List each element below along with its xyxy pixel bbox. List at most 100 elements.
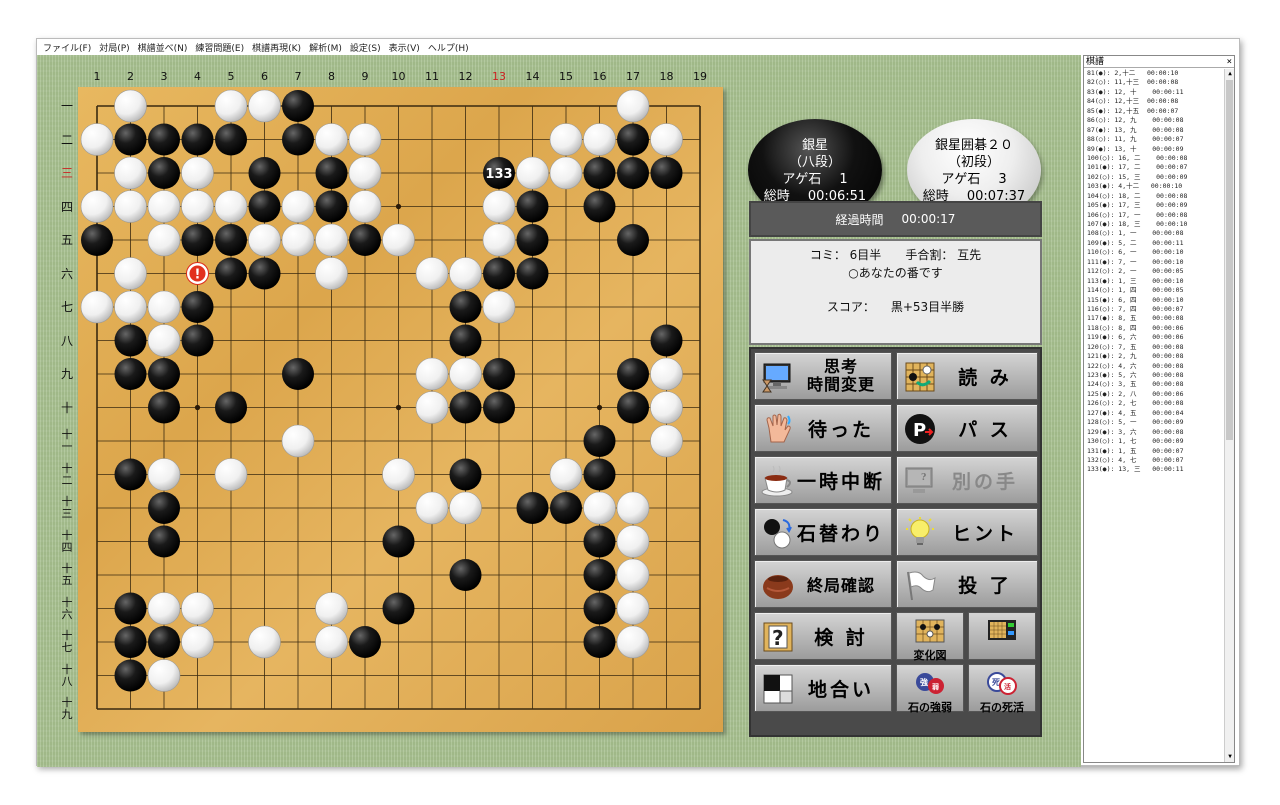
scroll-thumb[interactable] [1226, 80, 1233, 440]
kifu-row[interactable]: 105(●): 17, 三 00:00:09 [1084, 201, 1224, 210]
kifu-row[interactable]: 130(○): 1, 七 00:00:09 [1084, 437, 1224, 446]
menu-view[interactable]: 表示(V) [385, 41, 424, 54]
monitor-icon: ? [905, 467, 933, 493]
scroll-down-icon[interactable]: ▼ [1225, 752, 1235, 762]
territory-button[interactable]: 地合い [754, 664, 892, 712]
menu-practice[interactable]: 練習問題(E) [191, 41, 248, 54]
kifu-row[interactable]: 84(○): 12,十三 00:00:08 [1084, 97, 1224, 106]
kifu-row[interactable]: 85(●): 12,十五 00:00:07 [1084, 107, 1224, 116]
row-label: 十 五 [61, 562, 73, 587]
kifu-row[interactable]: 120(○): 7, 五 00:00:08 [1084, 343, 1224, 352]
pass-button[interactable]: P パ ス [896, 404, 1038, 452]
read-button[interactable]: 読 み [896, 352, 1038, 400]
kifu-row[interactable]: 89(●): 13, 十 00:00:09 [1084, 145, 1224, 154]
life-death-button[interactable]: 死活 石の死活 [968, 664, 1036, 714]
kifu-row[interactable]: 107(●): 18, 三 00:00:10 [1084, 220, 1224, 229]
kifu-scrollbar[interactable]: ▲ ▼ [1224, 69, 1234, 762]
kifu-row[interactable]: 122(○): 4, 六 00:00:08 [1084, 362, 1224, 371]
kifu-row[interactable]: 112(○): 2, 一 00:00:05 [1084, 267, 1224, 276]
kifu-row[interactable]: 131(●): 1, 五 00:00:07 [1084, 447, 1224, 456]
kifu-list[interactable]: 81(●): 2,十二 00:00:10 82(○): 11,十三 00:00:0… [1084, 69, 1224, 475]
board-display-button[interactable] [968, 612, 1036, 660]
kifu-row[interactable]: 116(○): 7, 四 00:00:07 [1084, 305, 1224, 314]
kifu-row[interactable]: 106(○): 17, 一 00:00:08 [1084, 211, 1224, 220]
kifu-row[interactable]: 86(○): 12, 九 00:00:08 [1084, 116, 1224, 125]
kifu-row[interactable]: 100(○): 16, 二 00:00:08 [1084, 154, 1224, 163]
kifu-row[interactable]: 87(●): 13, 九 00:00:08 [1084, 126, 1224, 135]
end-confirm-button[interactable]: 終局確認 [754, 560, 892, 608]
menu-replay[interactable]: 棋譜並べ(N) [134, 41, 192, 54]
kifu-row[interactable]: 118(○): 8, 四 00:00:06 [1084, 324, 1224, 333]
kifu-row[interactable]: 121(●): 2, 九 00:00:08 [1084, 352, 1224, 361]
kifu-row[interactable]: 126(○): 2, 七 00:00:08 [1084, 399, 1224, 408]
row-label: 十 七 [61, 629, 73, 654]
black-stone [215, 224, 247, 256]
white-stone [214, 458, 248, 491]
black-stone [449, 324, 482, 357]
kifu-row[interactable]: 114(○): 1, 四 00:00:05 [1084, 286, 1224, 295]
kifu-row[interactable]: 82(○): 11,十三 00:00:08 [1084, 78, 1224, 87]
kifu-row[interactable]: 133(●): 13, 三 00:00:11 [1084, 465, 1224, 474]
white-stone [80, 290, 114, 324]
black-stone [148, 391, 180, 424]
kifu-row[interactable]: 109(●): 5, 二 00:00:11 [1084, 239, 1224, 248]
kifu-row[interactable]: 117(●): 8, 五 00:00:08 [1084, 314, 1224, 323]
black-stone [650, 324, 683, 357]
review-button[interactable]: ? 検 討 [754, 612, 892, 660]
kifu-row[interactable]: 123(●): 5, 六 00:00:08 [1084, 371, 1224, 380]
col-label: 8 [328, 70, 335, 83]
black-stone [449, 391, 482, 424]
kifu-row[interactable]: 113(●): 1, 三 00:00:10 [1084, 277, 1224, 286]
black-stone [282, 90, 314, 122]
kifu-row[interactable]: 88(○): 11, 九 00:00:07 [1084, 135, 1224, 144]
scroll-up-icon[interactable]: ▲ [1225, 69, 1235, 79]
kifu-row[interactable]: 102(○): 15, 三 00:00:09 [1084, 173, 1224, 182]
black-stone [282, 123, 314, 156]
kifu-row[interactable]: 111(●): 7, 一 00:00:10 [1084, 258, 1224, 267]
white-stone [650, 391, 683, 424]
menu-file[interactable]: ファイル(F) [39, 41, 95, 54]
black-stone [148, 358, 180, 390]
black-stone [483, 391, 515, 424]
swap-stones-label: 石替わり [796, 522, 885, 545]
kifu-row[interactable]: 83(●): 12, 十 00:00:11 [1084, 88, 1224, 97]
undo-label: 待った [807, 418, 874, 441]
kifu-row[interactable]: 101(●): 17, 二 00:00:07 [1084, 163, 1224, 172]
kifu-row[interactable]: 104(○): 18, 二 00:00:08 [1084, 192, 1224, 201]
kifu-row[interactable]: 110(○): 6, 一 00:00:10 [1084, 248, 1224, 257]
menu-help[interactable]: ヘルプ(H) [424, 41, 473, 54]
kifu-row[interactable]: 108(○): 1, 一 00:00:08 [1084, 229, 1224, 238]
kifu-row[interactable]: 125(●): 2, 八 00:00:06 [1084, 390, 1224, 399]
black-stone [181, 224, 214, 256]
go-board[interactable]: 133! [78, 87, 723, 732]
kifu-row[interactable]: 128(○): 5, 一 00:00:09 [1084, 418, 1224, 427]
question-board-icon: ? [763, 622, 793, 652]
swap-stones-button[interactable]: 石替わり [754, 508, 892, 556]
other-move-button[interactable]: ? 別の手 [896, 456, 1038, 504]
variation-button[interactable]: 変化図 [896, 612, 964, 662]
black-stone [650, 157, 683, 189]
kifu-row[interactable]: 115(●): 6, 四 00:00:10 [1084, 296, 1224, 305]
think-time-button[interactable]: 思考 時間変更 [754, 352, 892, 400]
white-stone [281, 223, 315, 257]
board-grid[interactable]: 133! [78, 87, 723, 732]
resign-button[interactable]: 投 了 [896, 560, 1038, 608]
hint-button[interactable]: ヒント [896, 508, 1038, 556]
black-stone [583, 592, 616, 625]
kifu-row[interactable]: 119(●): 6, 六 00:00:06 [1084, 333, 1224, 342]
kifu-row[interactable]: 132(○): 4, 七 00:00:07 [1084, 456, 1224, 465]
close-icon[interactable]: × [1227, 56, 1232, 68]
kifu-row[interactable]: 124(○): 3, 五 00:00:08 [1084, 380, 1224, 389]
white-stone [147, 290, 181, 324]
undo-button[interactable]: 待った [754, 404, 892, 452]
kifu-row[interactable]: 127(●): 4, 五 00:00:04 [1084, 409, 1224, 418]
kifu-row[interactable]: 129(●): 3, 六 00:00:08 [1084, 428, 1224, 437]
stone-strength-button[interactable]: 強弱 石の強弱 [896, 664, 964, 714]
menu-kifu-reproduce[interactable]: 棋譜再現(K) [248, 41, 305, 54]
menu-game[interactable]: 対局(P) [95, 41, 133, 54]
pause-button[interactable]: 一時中断 [754, 456, 892, 504]
menu-analysis[interactable]: 解析(M) [305, 41, 346, 54]
menu-settings[interactable]: 設定(S) [346, 41, 385, 54]
kifu-row[interactable]: 103(●): 4,十二 00:00:10 [1084, 182, 1224, 191]
command-panel: 思考 時間変更 読 み 待った P パ ス 一時中断 ? 別の手 石替わり ヒン… [749, 347, 1042, 737]
